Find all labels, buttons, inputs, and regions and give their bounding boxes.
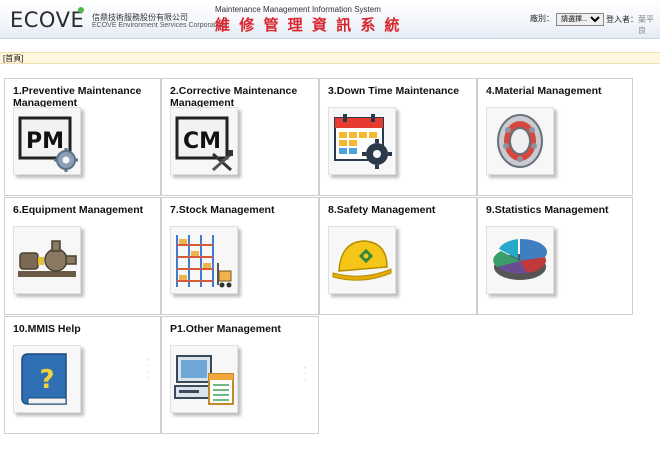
tile-title: 3.Down Time Maintenance (328, 85, 460, 97)
breadcrumb-bar: [首頁] (0, 52, 660, 64)
cm-tools-icon[interactable]: CM (170, 107, 238, 175)
tile-title: 2.Corrective Maintenance Management (170, 85, 298, 109)
help-book-icon[interactable]: ? (13, 345, 81, 413)
decorative-dots: · · · · (147, 357, 149, 381)
breadcrumb-home[interactable]: [首頁] (3, 53, 23, 64)
login-user-name: 葉平良 (638, 15, 654, 35)
tile-title: 7.Stock Management (170, 204, 275, 216)
tile-title: 6.Equipment Management (13, 204, 144, 216)
tile-equipment-management[interactable]: 6.Equipment Management (4, 197, 161, 315)
tile-mmis-help[interactable]: 10.MMIS Help ? · · · · (4, 316, 161, 434)
tile-statistics-management[interactable]: 9.Statistics Management (477, 197, 633, 315)
system-title-english: Maintenance Management Information Syste… (215, 5, 381, 14)
plant-select[interactable]: 請選擇... (556, 13, 604, 26)
tile-title: 10.MMIS Help (13, 323, 81, 335)
tile-other-management[interactable]: P1.Other Management · · · (161, 316, 319, 434)
tile-preventive-maintenance[interactable]: 1.Preventive Maintenance Management PM (4, 78, 161, 196)
logo-dot (78, 7, 84, 13)
tile-title: 8.Safety Management (328, 204, 436, 216)
ecove-logo: ECOVE (10, 8, 85, 32)
tile-material-management[interactable]: 4.Material Management (477, 78, 633, 196)
svg-text:CM: CM (183, 129, 221, 154)
tile-title: 1.Preventive Maintenance Management (13, 85, 142, 109)
pie-chart-icon[interactable] (486, 226, 554, 294)
tile-title: P1.Other Management (170, 323, 281, 335)
decorative-dots: · · · (304, 365, 306, 383)
company-name-english: ECOVE Environment Services Corporation (92, 22, 226, 29)
tile-title: 9.Statistics Management (486, 204, 609, 216)
login-label: 登入者： (606, 15, 638, 24)
tile-safety-management[interactable]: 8.Safety Management (319, 197, 477, 315)
tile-stock-management[interactable]: 7.Stock Management (161, 197, 319, 315)
pump-icon[interactable] (13, 226, 81, 294)
safety-helmet-icon[interactable] (328, 226, 396, 294)
warehouse-rack-icon[interactable] (170, 226, 238, 294)
calendar-gear-icon[interactable] (328, 107, 396, 175)
tile-down-time-maintenance[interactable]: 3.Down Time Maintenance (319, 78, 477, 196)
plant-filter: 廠別： 請選擇... (530, 13, 604, 26)
app-header: ECOVE 信鼎技術服務股份有限公司 ECOVE Environment Ser… (0, 0, 660, 39)
computer-spreadsheet-icon[interactable] (170, 345, 238, 413)
bearing-icon[interactable] (486, 107, 554, 175)
pm-gear-icon[interactable]: PM (13, 107, 81, 175)
system-title-chinese: 維 修 管 理 資 訊 系 統 (215, 16, 402, 34)
svg-text:?: ? (39, 365, 54, 395)
svg-text:PM: PM (26, 129, 64, 154)
tile-title: 4.Material Management (486, 85, 602, 97)
tile-corrective-maintenance[interactable]: 2.Corrective Maintenance Management CM (161, 78, 319, 196)
plant-filter-label: 廠別： (530, 14, 554, 23)
